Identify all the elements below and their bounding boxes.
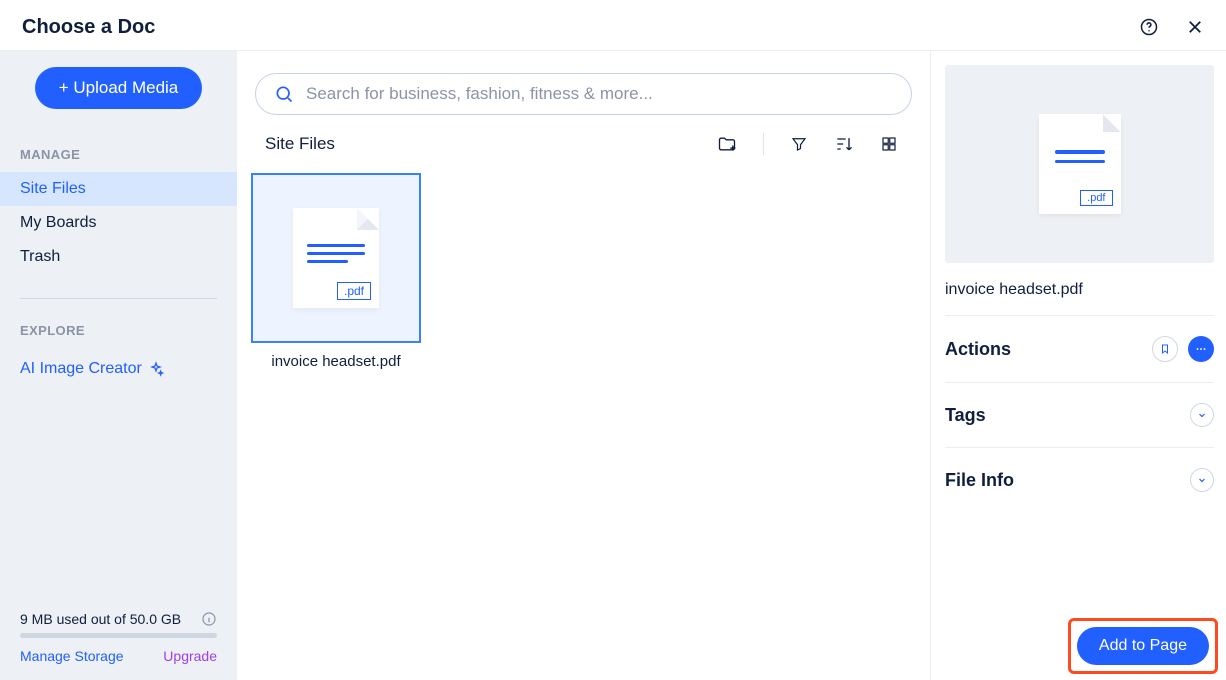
main-panel: Site Files bbox=[237, 51, 931, 680]
toolbar: Site Files bbox=[251, 133, 916, 173]
file-card[interactable]: .pdf invoice headset.pdf bbox=[251, 173, 421, 370]
panel-section-title: Tags bbox=[945, 405, 986, 426]
chevron-down-icon[interactable] bbox=[1190, 468, 1214, 492]
info-icon[interactable] bbox=[201, 611, 217, 627]
toolbar-separator bbox=[763, 133, 764, 155]
toolbar-title: Site Files bbox=[265, 134, 335, 154]
search-input[interactable] bbox=[306, 84, 893, 104]
new-folder-icon[interactable] bbox=[717, 134, 737, 154]
panel-section-tags[interactable]: Tags bbox=[945, 382, 1214, 447]
sidebar: + Upload Media MANAGE Site Files My Boar… bbox=[0, 51, 237, 680]
sidebar-item-label: AI Image Creator bbox=[20, 360, 142, 378]
chevron-down-icon[interactable] bbox=[1190, 403, 1214, 427]
file-name-label: invoice headset.pdf bbox=[251, 343, 421, 370]
sidebar-item-ai-image-creator[interactable]: AI Image Creator bbox=[0, 348, 237, 390]
footer-action-wrap: Add to Page bbox=[1068, 618, 1218, 674]
upgrade-link[interactable]: Upgrade bbox=[163, 648, 217, 664]
details-panel: .pdf invoice headset.pdf Actions Tags bbox=[931, 51, 1226, 680]
filter-icon[interactable] bbox=[790, 135, 808, 153]
panel-section-actions: Actions bbox=[945, 315, 1214, 382]
sidebar-divider bbox=[20, 298, 217, 299]
highlight-annotation: Add to Page bbox=[1068, 618, 1218, 674]
dialog-header: Choose a Doc bbox=[0, 0, 1226, 51]
sparkle-icon bbox=[148, 361, 164, 377]
search-icon bbox=[274, 84, 294, 104]
storage-progress-bar bbox=[20, 633, 217, 638]
close-icon[interactable] bbox=[1182, 14, 1208, 40]
preview-box: .pdf bbox=[945, 65, 1214, 263]
upload-media-button[interactable]: + Upload Media bbox=[35, 67, 203, 109]
sidebar-item-site-files[interactable]: Site Files bbox=[0, 172, 237, 206]
preview-file-name: invoice headset.pdf bbox=[945, 281, 1214, 315]
sort-icon[interactable] bbox=[834, 134, 854, 154]
more-actions-icon[interactable] bbox=[1188, 336, 1214, 362]
storage-info: 9 MB used out of 50.0 GB Manage Storage … bbox=[0, 611, 237, 680]
file-ext-badge: .pdf bbox=[337, 282, 371, 300]
panel-section-title: Actions bbox=[945, 339, 1011, 360]
search-box[interactable] bbox=[255, 73, 912, 115]
dialog-title: Choose a Doc bbox=[22, 16, 155, 39]
sidebar-section-explore: EXPLORE bbox=[0, 303, 237, 348]
panel-section-title: File Info bbox=[945, 470, 1014, 491]
add-to-page-button[interactable]: Add to Page bbox=[1077, 627, 1209, 665]
storage-used-text: 9 MB used out of 50.0 GB bbox=[20, 611, 181, 627]
sidebar-section-manage: MANAGE bbox=[0, 127, 237, 172]
preview-ext-badge: .pdf bbox=[1080, 190, 1112, 206]
sidebar-item-trash[interactable]: Trash bbox=[0, 240, 237, 274]
panel-section-file-info[interactable]: File Info bbox=[945, 447, 1214, 512]
help-icon[interactable] bbox=[1136, 14, 1162, 40]
bookmark-icon[interactable] bbox=[1152, 336, 1178, 362]
grid-view-icon[interactable] bbox=[880, 135, 898, 153]
file-thumbnail[interactable]: .pdf bbox=[251, 173, 421, 343]
manage-storage-link[interactable]: Manage Storage bbox=[20, 648, 124, 664]
sidebar-item-my-boards[interactable]: My Boards bbox=[0, 206, 237, 240]
